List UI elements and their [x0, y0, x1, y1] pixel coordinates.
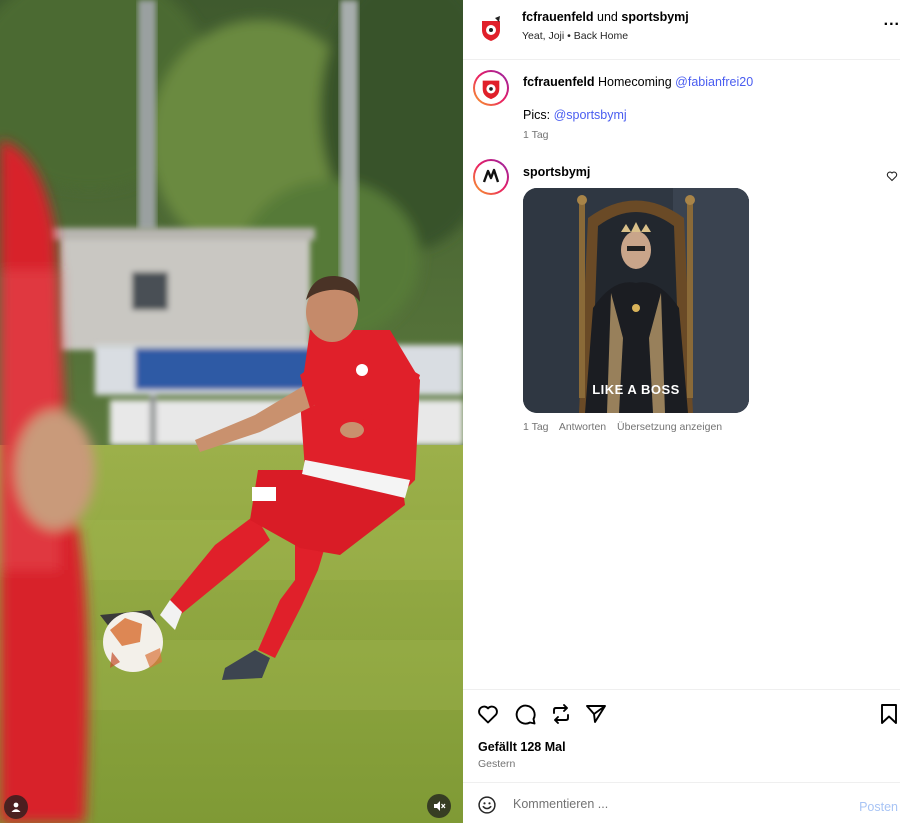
pics-label: Pics:: [523, 108, 551, 122]
avatar[interactable]: [475, 13, 507, 45]
fc-frauenfeld-logo-icon: [482, 80, 500, 100]
post-header: fcfrauenfeld und sportsbymj Yeat, Joji •…: [463, 0, 900, 60]
avatar[interactable]: [473, 70, 509, 106]
speaker-muted-icon: [434, 801, 446, 811]
reply-button[interactable]: Antworten: [559, 421, 606, 433]
post-actions: Gefällt 128 Mal Gestern: [463, 689, 900, 781]
post-media[interactable]: [0, 0, 463, 823]
comment-actions: 1 Tag Antworten Übersetzung anzeigen: [523, 421, 730, 433]
author-link-fcfrauenfeld[interactable]: fcfrauenfeld: [522, 10, 594, 24]
sportsbymj-logo-icon: [482, 168, 500, 183]
caption-username[interactable]: fcfrauenfeld: [523, 75, 595, 89]
authors-conjunction: und: [597, 10, 618, 24]
avatar[interactable]: [473, 159, 509, 195]
audio-track: Back Home: [573, 30, 629, 42]
bookmark-icon[interactable]: [877, 702, 900, 726]
fc-frauenfeld-logo-icon: [482, 16, 500, 41]
send-icon[interactable]: [584, 702, 608, 726]
tagged-users-button[interactable]: [4, 795, 28, 819]
user-icon: [11, 802, 21, 812]
comment-timestamp[interactable]: 1 Tag: [523, 421, 549, 433]
author-link-sportsbymj[interactable]: sportsbymj: [621, 10, 688, 24]
soccer-player-photo: [0, 0, 463, 823]
see-translation-button[interactable]: Übersetzung anzeigen: [617, 421, 722, 433]
like-count[interactable]: Gefällt 128 Mal: [478, 740, 566, 754]
caption-text: fcfrauenfeld Homecoming @fabianfrei20: [523, 75, 753, 89]
comment-form: Posten: [463, 782, 900, 823]
comment-icon[interactable]: [513, 702, 537, 726]
gif-image: [523, 188, 749, 413]
audio-artist: Yeat, Joji: [522, 30, 565, 42]
caption-body: Homecoming: [598, 75, 672, 89]
post-authors: fcfrauenfeld und sportsbymj: [522, 10, 689, 24]
pics-mention[interactable]: @sportsbymj: [554, 108, 627, 122]
audio-separator: •: [567, 30, 571, 42]
caption-timestamp[interactable]: 1 Tag: [523, 129, 549, 141]
emoji-icon[interactable]: [477, 795, 497, 815]
caption-pics-line: Pics: @sportsbymj: [523, 108, 627, 122]
heart-icon[interactable]: [476, 702, 500, 726]
comment-input[interactable]: [513, 793, 813, 815]
comment-like-heart-icon[interactable]: [886, 170, 898, 182]
avatar-inner: [475, 72, 507, 104]
mute-button[interactable]: [427, 794, 451, 818]
comment-username[interactable]: sportsbymj: [523, 165, 590, 179]
post-comment-button[interactable]: Posten: [859, 800, 898, 814]
gif-caption: LIKE A BOSS: [592, 382, 680, 397]
audio-info[interactable]: Yeat, Joji • Back Home: [522, 30, 628, 42]
post-panel: fcfrauenfeld und sportsbymj Yeat, Joji •…: [463, 0, 900, 823]
comment-gif[interactable]: LIKE A BOSS: [523, 188, 749, 413]
post-date: Gestern: [478, 758, 516, 770]
share-icon[interactable]: [549, 702, 573, 726]
avatar-inner: [475, 161, 507, 193]
more-options-button[interactable]: ...: [884, 12, 900, 30]
caption-mention[interactable]: @fabianfrei20: [675, 75, 753, 89]
